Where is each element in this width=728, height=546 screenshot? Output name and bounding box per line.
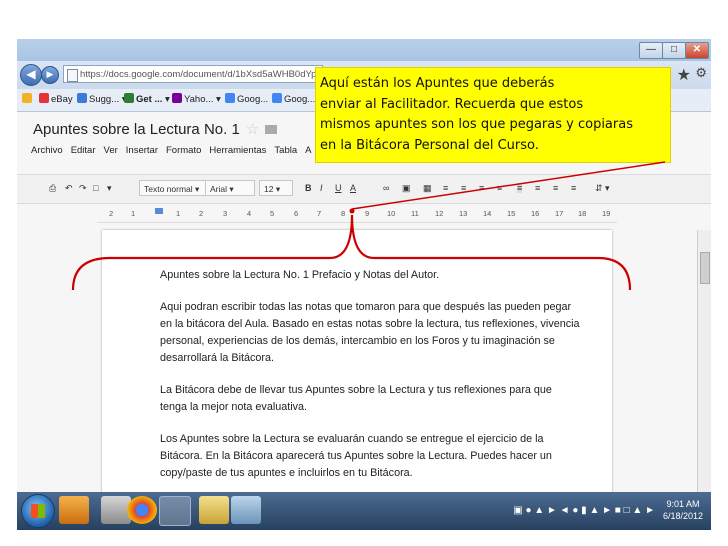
annotation-overlay (71, 161, 666, 291)
curly-bracket (71, 214, 632, 291)
pointer-dot (349, 208, 355, 214)
callout-pointer-line (351, 161, 666, 210)
